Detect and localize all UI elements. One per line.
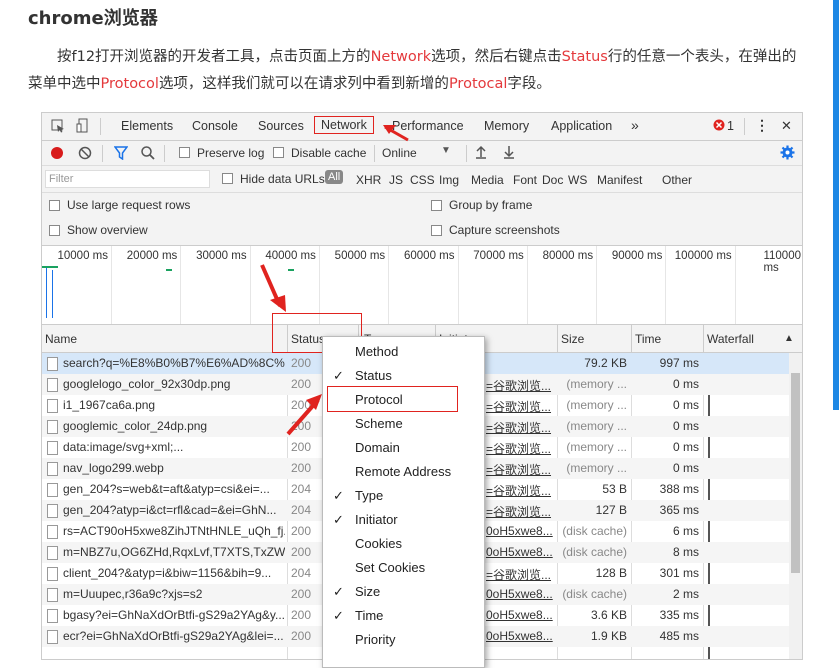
checkmark-icon: ✓ [333,608,344,623]
menu-item-cookies[interactable]: Cookies [355,536,402,551]
menu-item-status[interactable]: Status [355,368,392,383]
annotation-arrow [306,394,322,410]
context-menu: Method ✓ Status Protocol Scheme Domain Remote … [322,336,485,668]
checkmark-icon: ✓ [333,512,344,527]
menu-item-time[interactable]: Time [355,608,383,623]
menu-item-size[interactable]: Size [355,584,380,599]
menu-item-domain[interactable]: Domain [355,440,400,455]
checkmark-icon: ✓ [333,488,344,503]
checkmark-icon: ✓ [333,584,344,599]
menu-item-protocol[interactable]: Protocol [355,392,403,407]
annotation-arrow [270,295,286,312]
menu-item-set-cookies[interactable]: Set Cookies [355,560,425,575]
menu-item-scheme[interactable]: Scheme [355,416,403,431]
menu-item-type[interactable]: Type [355,488,383,503]
menu-item-priority[interactable]: Priority [355,632,395,647]
menu-item-method[interactable]: Method [355,344,398,359]
menu-item-remote-address[interactable]: Remote Address [355,464,451,479]
menu-item-initiator[interactable]: Initiator [355,512,398,527]
checkmark-icon: ✓ [333,368,344,383]
